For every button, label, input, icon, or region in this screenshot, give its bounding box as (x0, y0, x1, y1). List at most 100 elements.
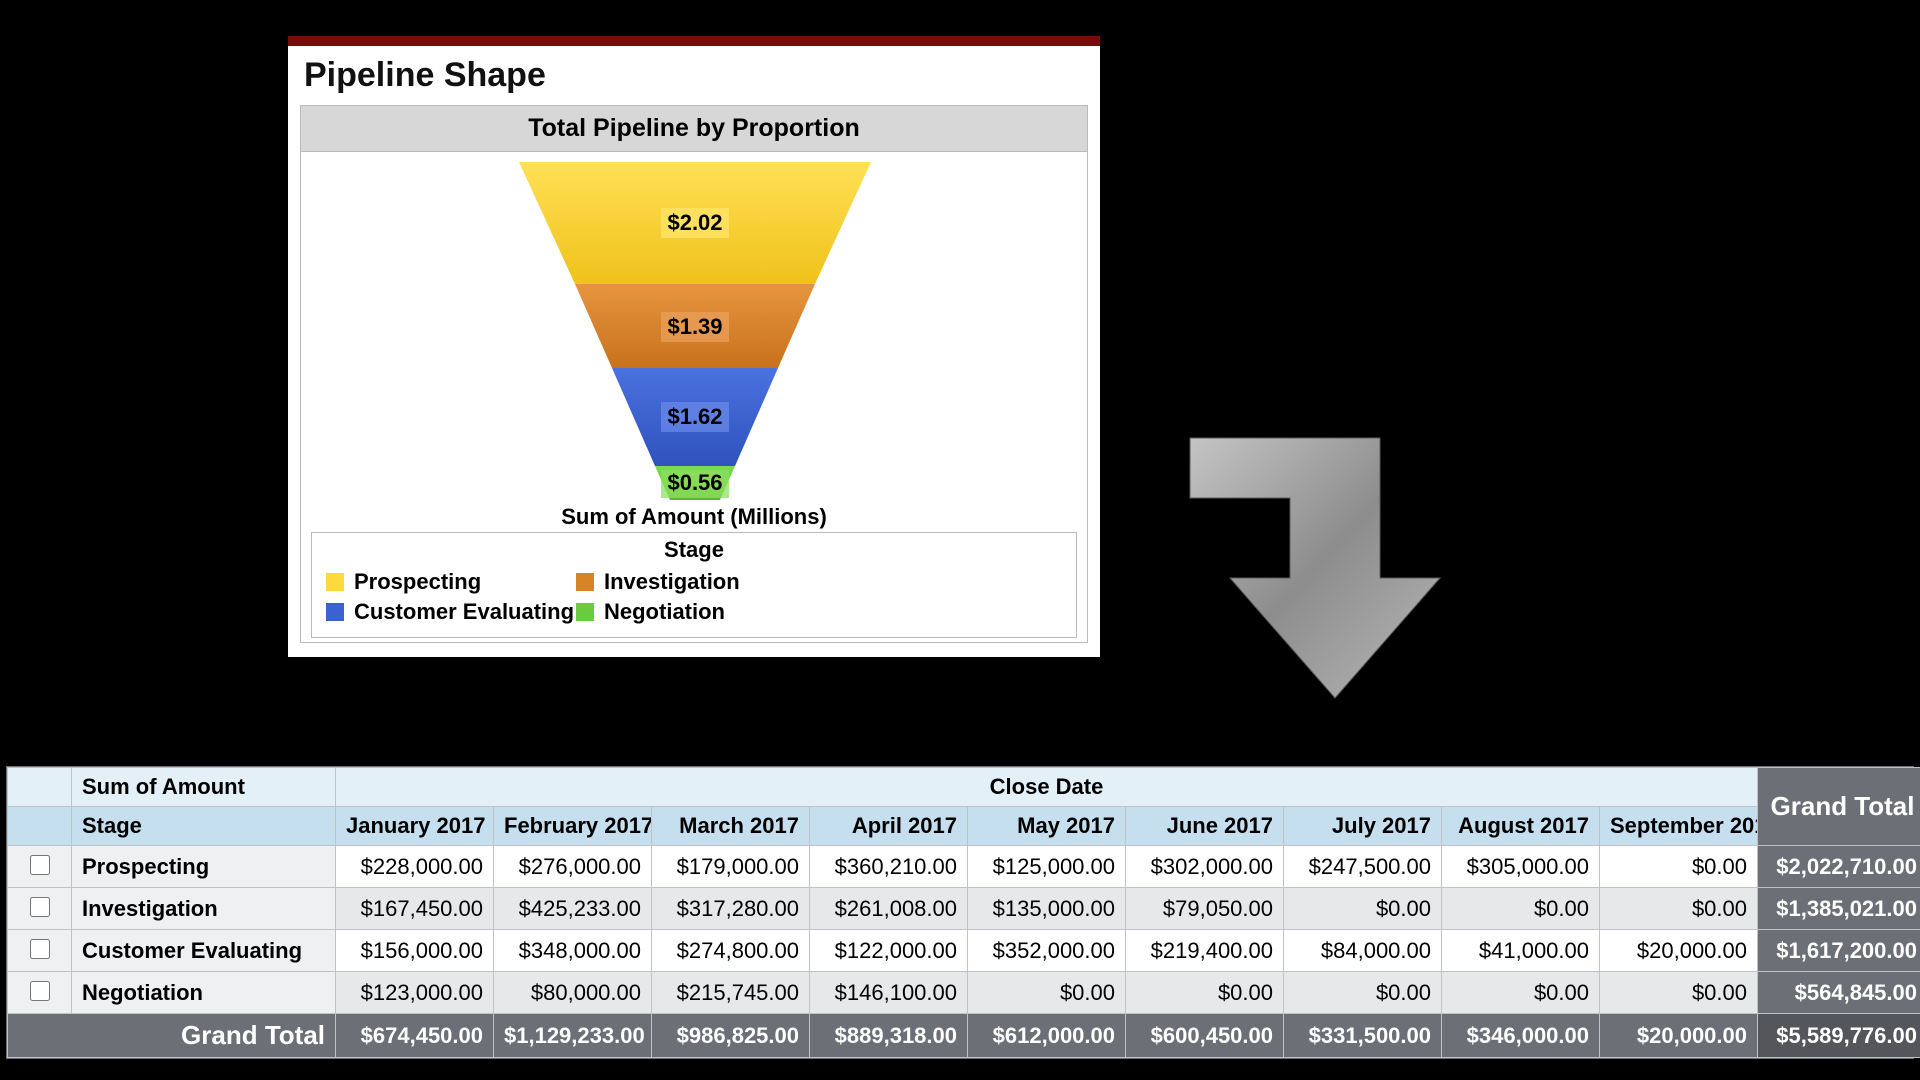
row-checkbox[interactable] (30, 939, 50, 959)
cell-value: $125,000.00 (968, 846, 1126, 888)
legend-item-customer-evaluating[interactable]: Customer Evaluating (326, 597, 576, 627)
measure-header: Sum of Amount (72, 768, 336, 807)
row-checkbox[interactable] (30, 855, 50, 875)
grand-total-row-label: Grand Total (8, 1014, 336, 1058)
row-checkbox-cell (8, 888, 72, 930)
cell-value: $135,000.00 (968, 888, 1126, 930)
funnel-value-3: $0.56 (667, 470, 722, 495)
cell-value: $274,800.00 (652, 930, 810, 972)
cell-value: $247,500.00 (1284, 846, 1442, 888)
row-checkbox[interactable] (30, 897, 50, 917)
close-date-header: Close Date (336, 768, 1758, 807)
chart-container: Total Pipeline by Proportion (300, 105, 1088, 643)
cell-value: $156,000.00 (336, 930, 494, 972)
row-total: $564,845.00 (1758, 972, 1920, 1014)
swatch-icon (576, 573, 594, 591)
column-total: $986,825.00 (652, 1014, 810, 1058)
column-total: $674,450.00 (336, 1014, 494, 1058)
funnel-value-2: $1.62 (667, 404, 722, 429)
legend-item-prospecting[interactable]: Prospecting (326, 567, 576, 597)
cell-value: $302,000.00 (1126, 846, 1284, 888)
checkbox-column-header (8, 807, 72, 846)
stage-name: Negotiation (72, 972, 336, 1014)
funnel-chart: $2.02 $1.39 $1.62 $0.56 Sum of Amount (M… (301, 152, 1087, 532)
chart-title: Total Pipeline by Proportion (301, 106, 1087, 152)
month-header[interactable]: July 2017 (1284, 807, 1442, 846)
cell-value: $0.00 (1126, 972, 1284, 1014)
cell-value: $79,050.00 (1126, 888, 1284, 930)
cell-value: $0.00 (1442, 888, 1600, 930)
month-header[interactable]: June 2017 (1126, 807, 1284, 846)
month-header[interactable]: August 2017 (1442, 807, 1600, 846)
cell-value: $122,000.00 (810, 930, 968, 972)
cell-value: $0.00 (1600, 846, 1758, 888)
row-total: $1,617,200.00 (1758, 930, 1920, 972)
chart-axis-label: Sum of Amount (Millions) (301, 504, 1087, 530)
legend-item-investigation[interactable]: Investigation (576, 567, 826, 597)
cell-value: $0.00 (1284, 972, 1442, 1014)
stage-name: Customer Evaluating (72, 930, 336, 972)
pivot-table: Sum of Amount Close Date Grand Total Sta… (6, 766, 1914, 1059)
cell-value: $0.00 (1600, 888, 1758, 930)
month-header[interactable]: September 2017 (1600, 807, 1758, 846)
flow-arrow-icon (1180, 428, 1460, 708)
month-header[interactable]: January 2017 (336, 807, 494, 846)
cell-value: $20,000.00 (1600, 930, 1758, 972)
row-total: $2,022,710.00 (1758, 846, 1920, 888)
cell-value: $123,000.00 (336, 972, 494, 1014)
row-total: $1,385,021.00 (1758, 888, 1920, 930)
cell-value: $146,100.00 (810, 972, 968, 1014)
cell-value: $219,400.00 (1126, 930, 1284, 972)
column-total: $889,318.00 (810, 1014, 968, 1058)
table-row: Negotiation$123,000.00$80,000.00$215,745… (8, 972, 1920, 1014)
table-row: Prospecting$228,000.00$276,000.00$179,00… (8, 846, 1920, 888)
month-header[interactable]: May 2017 (968, 807, 1126, 846)
funnel-value-0: $2.02 (667, 210, 722, 235)
table-row: Investigation$167,450.00$425,233.00$317,… (8, 888, 1920, 930)
cell-value: $276,000.00 (494, 846, 652, 888)
cell-value: $425,233.00 (494, 888, 652, 930)
cell-value: $261,008.00 (810, 888, 968, 930)
swatch-icon (576, 603, 594, 621)
month-header[interactable]: March 2017 (652, 807, 810, 846)
row-checkbox-cell (8, 846, 72, 888)
cell-value: $0.00 (1442, 972, 1600, 1014)
chart-legend: Stage Prospecting Investigation Customer… (311, 532, 1077, 638)
grand-total-row: Grand Total $674,450.00 $1,129,233.00 $9… (8, 1014, 1920, 1058)
cell-value: $167,450.00 (336, 888, 494, 930)
column-total: $20,000.00 (1600, 1014, 1758, 1058)
cell-value: $0.00 (1600, 972, 1758, 1014)
row-checkbox-cell (8, 972, 72, 1014)
row-checkbox-cell (8, 930, 72, 972)
stage-header: Stage (72, 807, 336, 846)
cell-value: $360,210.00 (810, 846, 968, 888)
legend-label: Prospecting (354, 569, 481, 595)
column-total: $1,129,233.00 (494, 1014, 652, 1058)
grand-total-header: Grand Total (1758, 768, 1920, 846)
month-header[interactable]: April 2017 (810, 807, 968, 846)
cell-value: $305,000.00 (1442, 846, 1600, 888)
cell-value: $228,000.00 (336, 846, 494, 888)
cell-value: $348,000.00 (494, 930, 652, 972)
legend-label: Customer Evaluating (354, 599, 574, 625)
column-total: $331,500.00 (1284, 1014, 1442, 1058)
column-total: $600,450.00 (1126, 1014, 1284, 1058)
legend-item-negotiation[interactable]: Negotiation (576, 597, 826, 627)
cell-value: $84,000.00 (1284, 930, 1442, 972)
month-header[interactable]: February 2017 (494, 807, 652, 846)
swatch-icon (326, 603, 344, 621)
stage-name: Investigation (72, 888, 336, 930)
pipeline-shape-widget: Pipeline Shape Total Pipeline by Proport… (288, 36, 1100, 657)
cell-value: $352,000.00 (968, 930, 1126, 972)
legend-label: Investigation (604, 569, 740, 595)
widget-title: Pipeline Shape (300, 52, 1088, 105)
column-total: $612,000.00 (968, 1014, 1126, 1058)
cell-value: $41,000.00 (1442, 930, 1600, 972)
table-row: Customer Evaluating$156,000.00$348,000.0… (8, 930, 1920, 972)
column-total: $346,000.00 (1442, 1014, 1600, 1058)
legend-label: Negotiation (604, 599, 725, 625)
funnel-value-1: $1.39 (667, 314, 722, 339)
cell-value: $0.00 (968, 972, 1126, 1014)
row-checkbox[interactable] (30, 981, 50, 1001)
cell-value: $80,000.00 (494, 972, 652, 1014)
